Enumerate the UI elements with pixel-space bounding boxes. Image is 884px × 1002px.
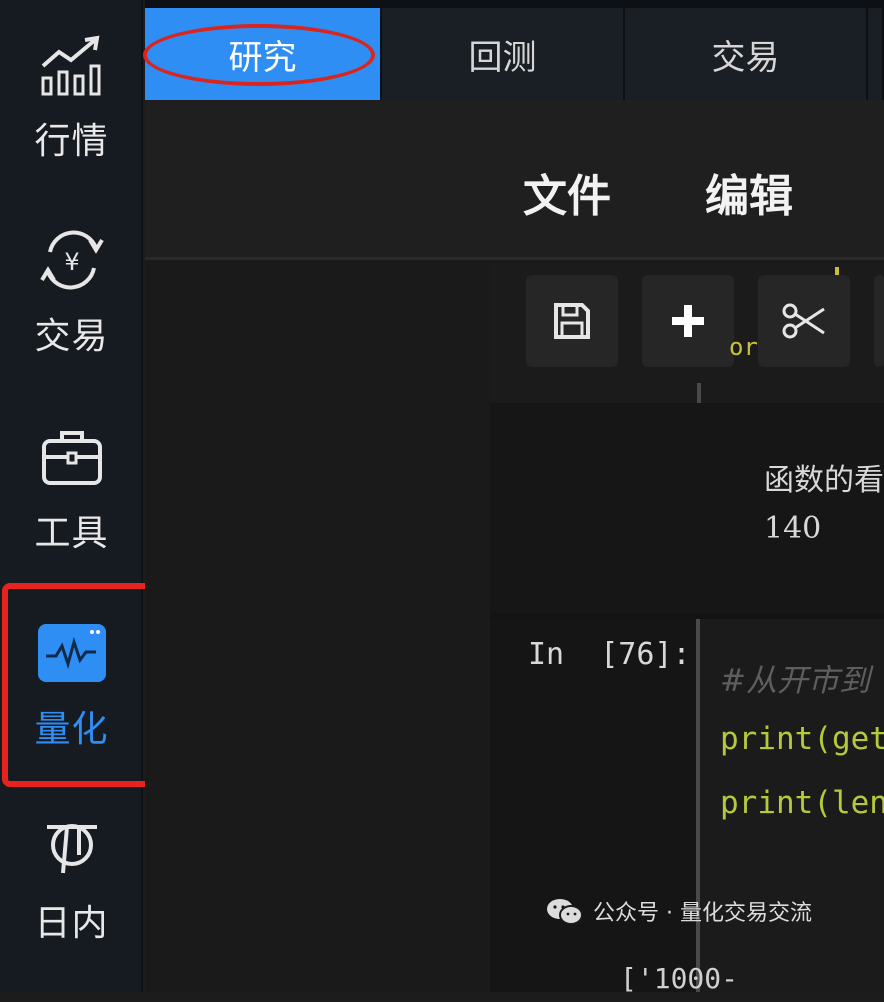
code-editor[interactable]: #从开市到 print(get print(len [700,619,884,992]
toolbox-icon [37,422,107,492]
main-content: 文件 编辑 or 函数的看 140 In [76]: #从开市到 print(g… [145,100,884,992]
active-highlight-box [2,583,158,787]
nav-item-label: 工具 [34,513,109,554]
output-number: 140 [764,511,822,546]
menu-edit[interactable]: 编辑 [705,160,793,224]
nav-item-intraday[interactable]: 日内 [0,812,143,1002]
add-icon [672,305,704,337]
yen-exchange-icon: ¥ [37,225,107,295]
chart-trend-icon [37,30,107,100]
notebook-toolbar: or [490,263,884,403]
cell-prompt: In [76]: [528,637,691,672]
intraday-icon [37,812,107,882]
wechat-icon [547,899,583,925]
svg-text:¥: ¥ [64,248,79,276]
more-tool-button[interactable] [874,275,884,367]
tab-more[interactable] [868,8,884,100]
tab-trade[interactable]: 交易 [625,8,868,100]
code-fragment: or [729,333,758,361]
nav-item-label: 日内 [34,903,109,944]
tab-research[interactable]: 研究 [145,8,382,100]
code-line: print(len [720,785,884,821]
nav-item-trade[interactable]: ¥ 交易 [0,225,143,415]
output-text: 函数的看 [764,463,884,498]
code-line: print(get [720,721,884,757]
code-comment: #从开市到 [720,663,870,699]
top-tab-bar: 研究 回测 交易 [145,0,884,100]
input-cell[interactable]: In [76]: #从开市到 print(get print(len [490,619,884,992]
cut-icon [782,303,825,339]
code-fragment-dot [835,267,839,275]
save-icon [554,303,590,339]
output-cell: 函数的看 140 [490,403,884,613]
watermark-text: 公众号 · 量化交易交流 [593,901,812,926]
cell-gutter [697,383,701,403]
save-button[interactable] [526,275,618,367]
menu-bar: 文件 编辑 [145,100,884,260]
watermark: 公众号 · 量化交易交流 [545,895,812,927]
cut-button[interactable] [758,275,850,367]
nav-item-label: 交易 [34,316,109,357]
nav-item-label: 行情 [34,121,109,162]
output-text: ['1000- [620,962,739,995]
tab-backtest[interactable]: 回测 [382,8,625,100]
notebook-panel: or 函数的看 140 In [76]: #从开市到 print(get pri… [490,263,884,992]
left-nav-sidebar: 行情 ¥ 交易 工具 量化 日内 [0,0,158,992]
menu-file[interactable]: 文件 [523,160,611,224]
add-cell-button[interactable] [642,275,734,367]
nav-item-market[interactable]: 行情 [0,30,143,220]
